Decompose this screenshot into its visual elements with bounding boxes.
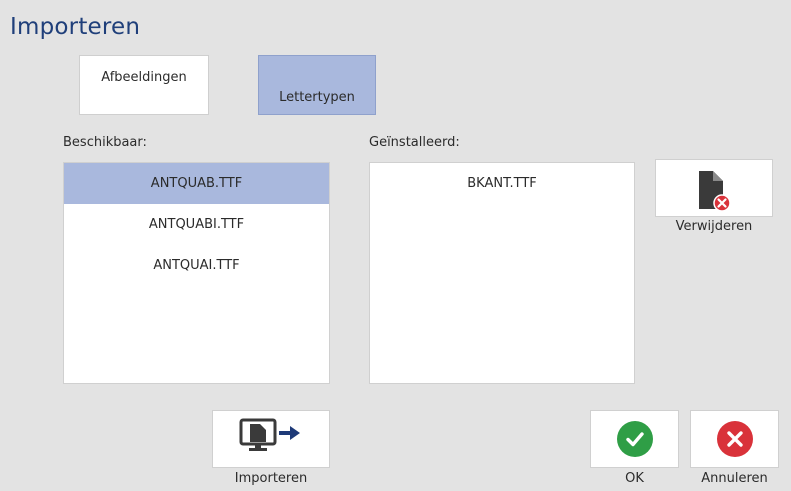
list-item[interactable]: ANTQUABI.TTF (64, 204, 329, 245)
file-remove-icon (697, 169, 731, 217)
list-item[interactable]: ANTQUAI.TTF (64, 245, 329, 286)
available-list[interactable]: ANTQUAB.TTF ANTQUABI.TTF ANTQUAI.TTF (63, 162, 330, 384)
remove-button[interactable] (655, 159, 773, 217)
cancel-button-label[interactable]: Annuleren (690, 471, 779, 486)
checkmark-circle-icon (616, 421, 653, 457)
installed-label: Geïnstalleerd: (369, 135, 460, 150)
tab-lettertypen[interactable]: Lettertypen (258, 55, 376, 115)
tab-label: Lettertypen (279, 89, 355, 105)
available-label: Beschikbaar: (63, 135, 147, 150)
page-title: Importeren (10, 14, 141, 40)
list-item[interactable]: BKANT.TTF (370, 163, 634, 204)
remove-button-label[interactable]: Verwijderen (655, 219, 773, 234)
import-button-label[interactable]: Importeren (212, 471, 330, 486)
close-circle-icon (716, 421, 753, 457)
monitor-import-icon (238, 418, 304, 456)
tab-afbeeldingen[interactable]: Afbeeldingen (79, 55, 209, 115)
cancel-button[interactable] (690, 410, 779, 468)
import-button[interactable] (212, 410, 330, 468)
installed-list[interactable]: BKANT.TTF (369, 162, 635, 384)
ok-button[interactable] (590, 410, 679, 468)
list-item[interactable]: ANTQUAB.TTF (64, 163, 329, 204)
ok-button-label[interactable]: OK (590, 471, 679, 486)
tab-label: Afbeeldingen (101, 69, 187, 85)
